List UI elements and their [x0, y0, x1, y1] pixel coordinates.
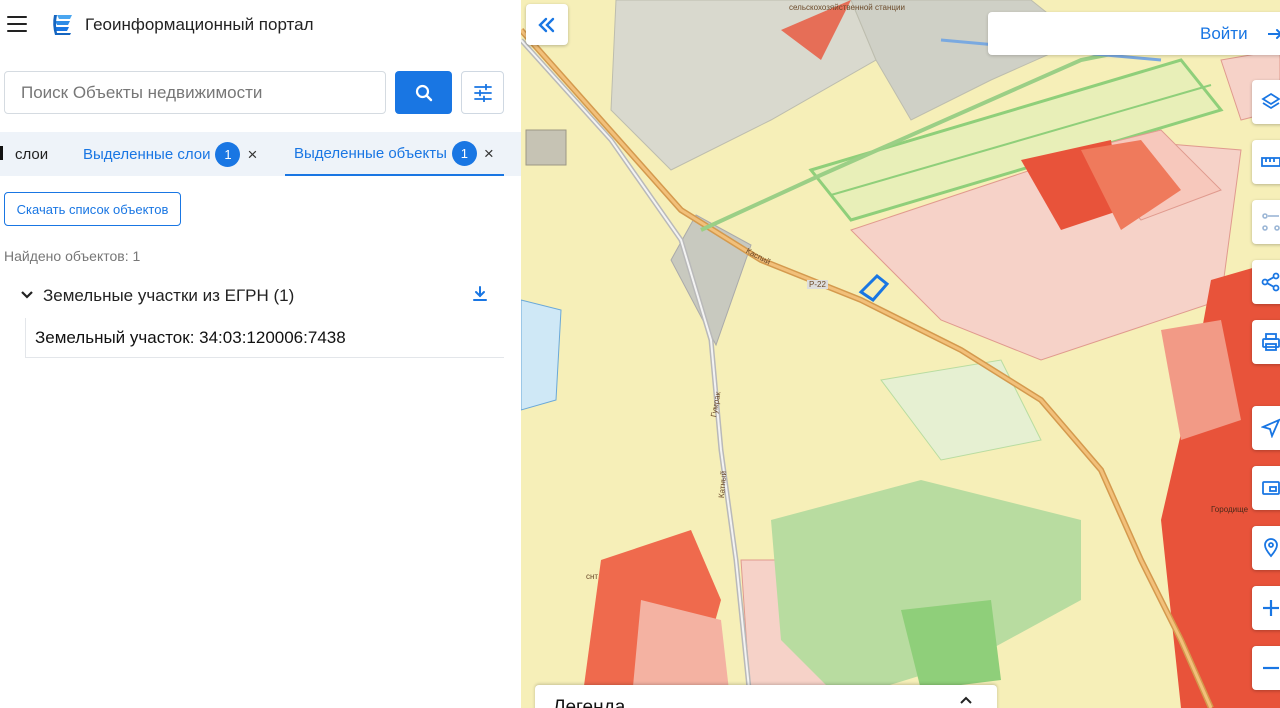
- count-badge: 1: [451, 140, 477, 166]
- layers-icon: [1261, 92, 1280, 110]
- tab-layers[interactable]: слои: [15, 132, 48, 176]
- map-label-settlement: сельскохозяйственной станции: [789, 3, 905, 12]
- count-badge: 1: [215, 141, 241, 167]
- found-count: Найдено объектов: 1: [4, 248, 141, 264]
- result-group-header[interactable]: Земельные участки из ЕГРН (1): [0, 278, 504, 312]
- share-button[interactable]: [1252, 260, 1280, 304]
- locate-button[interactable]: [1252, 406, 1280, 450]
- map-view[interactable]: сельскохозяйственной станции Каспий Р-22…: [521, 0, 1280, 708]
- side-panel: Геоинформационный портал слои Выделенные…: [0, 0, 521, 708]
- print-button[interactable]: [1252, 320, 1280, 364]
- print-icon: [1262, 333, 1280, 351]
- download-icon[interactable]: [470, 284, 490, 304]
- login-label: Войти: [1200, 24, 1248, 43]
- tab-bar: слои Выделенные слои 1 × Выделенные объе…: [0, 132, 521, 176]
- zoom-in-icon: [1263, 600, 1279, 616]
- filter-button[interactable]: [461, 71, 504, 114]
- tab-selected-layers[interactable]: Выделенные слои 1 ×: [83, 132, 257, 176]
- close-icon[interactable]: ×: [484, 145, 494, 162]
- map-canvas[interactable]: [521, 0, 1280, 708]
- zoom-out-icon: [1263, 666, 1279, 670]
- tab-label: Выделенные объекты: [294, 144, 447, 162]
- result-item[interactable]: Земельный участок: 34:03:120006:7438: [25, 318, 504, 358]
- tab-selected-objects[interactable]: Выделенные объекты 1 ×: [285, 132, 504, 176]
- tab-label: Выделенные слои: [83, 145, 211, 163]
- ruler-button[interactable]: [1252, 140, 1280, 184]
- map-frame-icon: [1262, 481, 1280, 495]
- selection-icon: [1262, 213, 1280, 231]
- result-item-label: Земельный участок: 34:03:120006:7438: [35, 328, 346, 347]
- zoom-in-button[interactable]: [1252, 586, 1280, 630]
- close-icon[interactable]: ×: [247, 146, 257, 163]
- tab-label: слои: [15, 145, 49, 163]
- map-label-town: Городище: [1211, 505, 1249, 514]
- double-chevron-left-icon: [538, 17, 555, 32]
- login-button[interactable]: Войти: [988, 12, 1280, 55]
- pin-search-icon: [1264, 538, 1278, 558]
- result-group-title: Земельные участки из ЕГРН (1): [43, 286, 295, 305]
- pin-search-button[interactable]: [1252, 526, 1280, 570]
- tab-scroll-edge: [0, 146, 3, 160]
- share-icon: [1261, 272, 1280, 292]
- search-input[interactable]: [4, 71, 386, 114]
- sliders-icon: [473, 83, 492, 102]
- download-list-button[interactable]: Скачать список объектов: [4, 192, 181, 226]
- collapse-panel-button[interactable]: [526, 4, 568, 45]
- hamburger-menu-icon[interactable]: [6, 14, 28, 34]
- search-icon: [415, 84, 432, 101]
- ruler-icon: [1261, 157, 1280, 167]
- legend-title: Легенда: [553, 697, 626, 708]
- zoom-out-button[interactable]: [1252, 646, 1280, 690]
- top-bar: Геоинформационный портал: [0, 0, 521, 50]
- layers-button[interactable]: [1252, 80, 1280, 124]
- map-frame-button[interactable]: [1252, 466, 1280, 510]
- legend-panel[interactable]: Легенда: [535, 685, 997, 708]
- chevron-down-icon[interactable]: [20, 288, 34, 302]
- chevron-up-icon[interactable]: [959, 695, 973, 705]
- portal-logo-icon[interactable]: [50, 12, 76, 38]
- map-label-snt: снт: [586, 572, 599, 581]
- login-icon: [1268, 29, 1280, 39]
- map-label-road-code: Р-22: [807, 280, 828, 289]
- app-title: Геоинформационный портал: [85, 15, 314, 34]
- search-button[interactable]: [395, 71, 452, 114]
- navigation-arrow-icon: [1261, 418, 1280, 438]
- selection-button[interactable]: [1252, 200, 1280, 244]
